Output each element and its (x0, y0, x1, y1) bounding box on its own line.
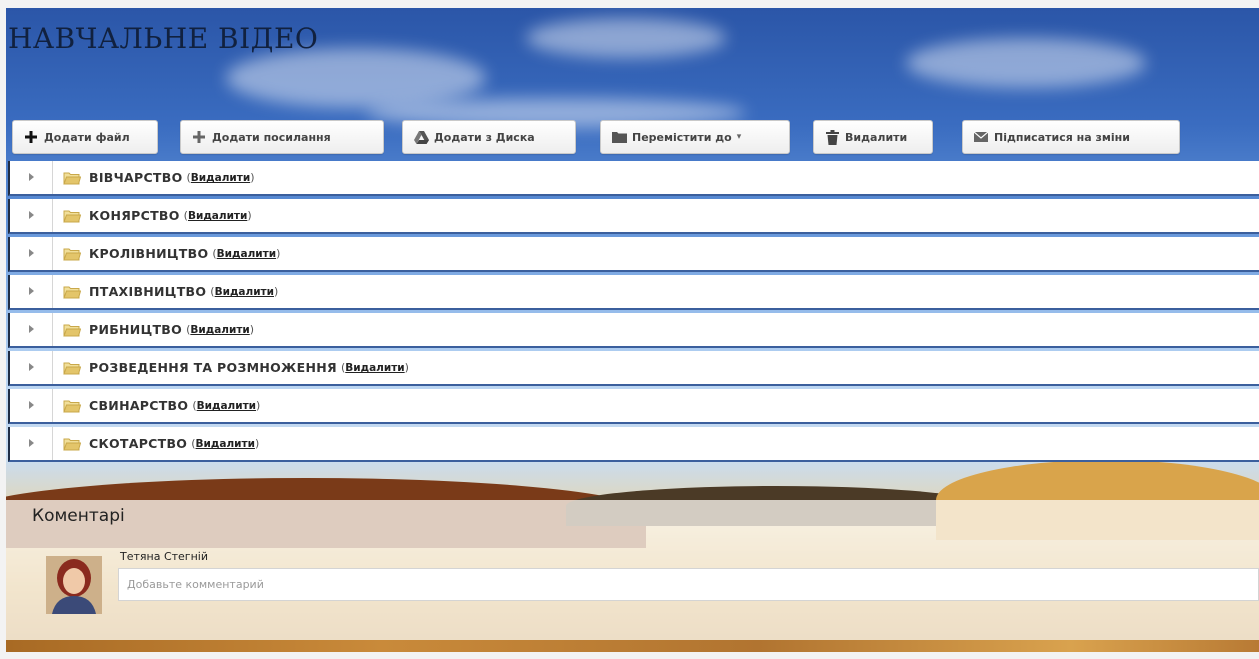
page-title: НАВЧАЛЬНЕ ВІДЕО (8, 22, 319, 55)
folder-row[interactable]: ПТАХІВНИЦТВО (Видалити) (8, 275, 1259, 310)
file-toolbar: Додати файл Додати посилання Додати з Ди… (12, 120, 1252, 156)
delete-paren: (Видалити) (192, 399, 261, 412)
field-decoration (6, 640, 1259, 652)
triangle-right-icon (28, 280, 34, 299)
folder-open-icon (63, 209, 81, 223)
folder-open-icon (63, 361, 81, 375)
triangle-right-icon (28, 318, 34, 337)
expand-toggle[interactable] (10, 161, 53, 194)
subscribe-label: Підписатися на зміни (994, 130, 1130, 144)
folder-delete-link[interactable]: Видалити (188, 210, 247, 222)
move-to-button[interactable]: Перемістити до ▾ (600, 120, 790, 154)
delete-paren: (Видалити) (212, 247, 281, 260)
folder-open-icon (63, 437, 81, 451)
delete-button[interactable]: Видалити (813, 120, 933, 154)
folder-name[interactable]: ВІВЧАРСТВО (89, 170, 183, 185)
folder-open-icon (63, 171, 81, 185)
folder-delete-link[interactable]: Видалити (196, 438, 255, 450)
delete-paren: (Видалити) (340, 361, 409, 374)
folder-name[interactable]: РИБНИЦТВО (89, 322, 182, 337)
folder-name[interactable]: КРОЛІВНИЦТВО (89, 246, 208, 261)
folder-row[interactable]: КРОЛІВНИЦТВО (Видалити) (8, 237, 1259, 272)
folder-delete-link[interactable]: Видалити (191, 172, 250, 184)
plus-icon (23, 129, 39, 145)
expand-toggle[interactable] (10, 313, 53, 346)
delete-paren: (Видалити) (191, 437, 260, 450)
subscribe-button[interactable]: Підписатися на зміни (962, 120, 1180, 154)
delete-paren: (Видалити) (186, 171, 255, 184)
folder-row[interactable]: СВИНАРСТВО (Видалити) (8, 389, 1259, 424)
cloud-decoration (226, 48, 486, 108)
folder-list: ВІВЧАРСТВО (Видалити) КОНЯРСТВО (Видалит… (8, 161, 1259, 465)
folder-row[interactable]: КОНЯРСТВО (Видалити) (8, 199, 1259, 234)
folder-name[interactable]: РОЗВЕДЕННЯ ТА РОЗМНОЖЕННЯ (89, 360, 337, 375)
expand-toggle[interactable] (10, 237, 53, 270)
add-file-button[interactable]: Додати файл (12, 120, 158, 154)
delete-paren: (Видалити) (210, 285, 279, 298)
expand-toggle[interactable] (10, 351, 53, 384)
cloud-decoration (526, 18, 726, 58)
triangle-right-icon (28, 432, 34, 451)
folder-delete-link[interactable]: Видалити (217, 248, 276, 260)
folder-open-icon (63, 399, 81, 413)
plus-icon (191, 129, 207, 145)
move-to-label: Перемістити до (632, 130, 732, 144)
add-file-label: Додати файл (44, 130, 130, 144)
folder-icon (611, 129, 627, 145)
comment-input[interactable] (118, 568, 1259, 601)
comment-user-name: Тетяна Стегній (120, 550, 208, 563)
triangle-right-icon (28, 204, 34, 223)
add-from-drive-button[interactable]: Додати з Диска (402, 120, 576, 154)
expand-toggle[interactable] (10, 427, 53, 460)
page-background: НАВЧАЛЬНЕ ВІДЕО Додати файл Додати посил… (6, 8, 1259, 652)
expand-toggle[interactable] (10, 199, 53, 232)
triangle-right-icon (28, 356, 34, 375)
cloud-decoration (906, 38, 1146, 88)
folder-row[interactable]: СКОТАРСТВО (Видалити) (8, 427, 1259, 462)
google-drive-icon (413, 129, 429, 145)
add-link-button[interactable]: Додати посилання (180, 120, 384, 154)
add-link-label: Додати посилання (212, 130, 331, 144)
triangle-right-icon (28, 166, 34, 185)
envelope-icon (973, 129, 989, 145)
folder-row[interactable]: РОЗВЕДЕННЯ ТА РОЗМНОЖЕННЯ (Видалити) (8, 351, 1259, 386)
triangle-right-icon (28, 242, 34, 261)
folder-name[interactable]: КОНЯРСТВО (89, 208, 180, 223)
comments-section: Коментарі Тетяна Стегній (6, 500, 1259, 640)
folder-name[interactable]: СВИНАРСТВО (89, 398, 188, 413)
expand-toggle[interactable] (10, 275, 53, 308)
folder-delete-link[interactable]: Видалити (197, 400, 256, 412)
add-from-drive-label: Додати з Диска (434, 130, 535, 144)
folder-row[interactable]: РИБНИЦТВО (Видалити) (8, 313, 1259, 348)
avatar (46, 556, 102, 614)
triangle-right-icon (28, 394, 34, 413)
folder-open-icon (63, 323, 81, 337)
folder-row[interactable]: ВІВЧАРСТВО (Видалити) (8, 161, 1259, 196)
folder-open-icon (63, 285, 81, 299)
delete-label: Видалити (845, 130, 908, 144)
folder-name[interactable]: СКОТАРСТВО (89, 436, 187, 451)
expand-toggle[interactable] (10, 389, 53, 422)
delete-paren: (Видалити) (183, 209, 252, 222)
folder-delete-link[interactable]: Видалити (190, 324, 249, 336)
trash-icon (824, 129, 840, 145)
delete-paren: (Видалити) (186, 323, 255, 336)
avatar-portrait (46, 556, 102, 614)
folder-delete-link[interactable]: Видалити (215, 286, 274, 298)
folder-delete-link[interactable]: Видалити (345, 362, 404, 374)
comments-heading: Коментарі (32, 506, 125, 526)
folder-open-icon (63, 247, 81, 261)
folder-name[interactable]: ПТАХІВНИЦТВО (89, 284, 206, 299)
caret-down-icon: ▾ (736, 132, 742, 142)
